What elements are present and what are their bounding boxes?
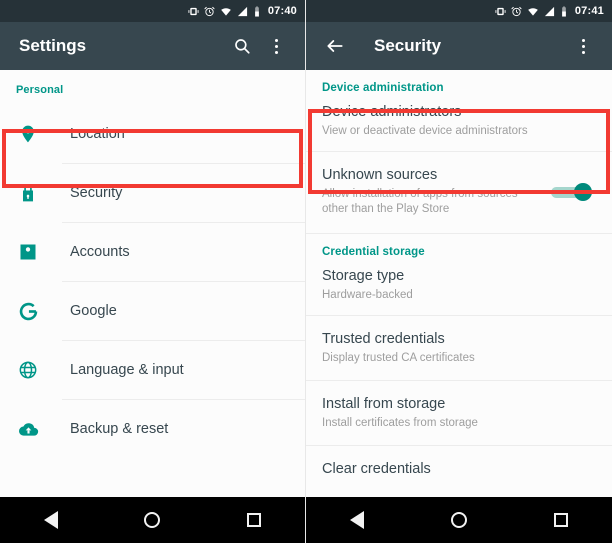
sidebar-item-language-input[interactable]: Language & input <box>0 341 305 399</box>
arrow-back-icon <box>327 40 343 52</box>
security-settings-list: Device administration Device administrat… <box>306 70 612 497</box>
setting-title: Clear credentials <box>322 461 431 477</box>
cloud-upload-icon <box>16 417 40 441</box>
left-status-time: 07:40 <box>267 5 297 17</box>
nav-home-button[interactable] <box>127 497 177 543</box>
vibrate-icon <box>495 7 506 15</box>
settings-list: Personal Location Security Accounts Goog… <box>0 70 305 497</box>
setting-row-unknown-sources[interactable]: Unknown sources Allow installation of ap… <box>306 152 612 233</box>
left-phone-screen: 07:40 Settings Personal Location Securit… <box>0 0 306 543</box>
right-navigation-bar <box>306 497 612 543</box>
toggle-knob <box>574 182 592 201</box>
setting-row-storage-type[interactable]: Storage type Hardware-backed <box>306 258 612 315</box>
recents-square-icon <box>247 513 262 527</box>
setting-title: Unknown sources <box>322 167 438 183</box>
more-vert-icon <box>581 38 585 54</box>
right-phone-screen: 07:41 Security Device administration Dev… <box>306 0 612 543</box>
back-button[interactable] <box>318 26 352 66</box>
setting-title: Storage type <box>322 268 405 284</box>
nav-back-button[interactable] <box>332 497 382 543</box>
setting-subtitle: Allow installation of apps from sources … <box>322 188 518 215</box>
more-vert-icon <box>274 38 278 54</box>
nav-recents-button[interactable] <box>229 497 279 543</box>
sidebar-item-backup-reset[interactable]: Backup & reset <box>0 400 305 458</box>
setting-subtitle: View or deactivate device administrators <box>322 125 528 137</box>
setting-row-install-from-storage[interactable]: Install from storage Install certificate… <box>306 381 612 445</box>
overflow-menu-button[interactable] <box>259 26 293 66</box>
google-g-icon <box>16 299 40 323</box>
left-navigation-bar <box>0 497 305 543</box>
nav-home-button[interactable] <box>434 497 484 543</box>
setting-row-trusted-credentials[interactable]: Trusted credentials Display trusted CA c… <box>306 316 612 380</box>
sidebar-item-accounts[interactable]: Accounts <box>0 223 305 281</box>
battery-icon <box>255 5 259 17</box>
right-action-bar: Security <box>306 22 612 70</box>
page-title: Security <box>374 36 442 55</box>
account-box-icon <box>16 240 40 264</box>
alarm-icon <box>511 6 522 16</box>
alarm-icon <box>204 6 215 16</box>
sidebar-item-label: Backup & reset <box>70 421 169 437</box>
setting-subtitle: Hardware-backed <box>322 289 413 301</box>
left-action-bar: Settings <box>0 22 305 70</box>
section-label-device-administration: Device administration <box>322 82 444 94</box>
setting-title: Install from storage <box>322 396 446 412</box>
back-triangle-icon <box>350 511 364 529</box>
wifi-icon <box>221 7 231 16</box>
sidebar-item-label: Google <box>70 303 117 319</box>
search-icon <box>235 39 250 54</box>
home-circle-icon <box>451 512 467 528</box>
battery-icon <box>562 5 566 17</box>
sidebar-item-label: Accounts <box>70 244 130 260</box>
signal-icon <box>544 6 554 16</box>
sidebar-item-label: Security <box>70 185 123 201</box>
location-pin-icon <box>16 122 40 146</box>
setting-text-wrap: Unknown sources Allow installation of ap… <box>322 166 550 217</box>
globe-icon <box>16 358 40 382</box>
setting-title: Device administrators <box>322 104 462 120</box>
nav-back-button[interactable] <box>26 497 76 543</box>
overflow-menu-button[interactable] <box>566 26 600 66</box>
sidebar-item-label: Language & input <box>70 362 184 378</box>
unknown-sources-toggle[interactable] <box>550 181 596 203</box>
wifi-icon <box>528 7 538 16</box>
setting-title: Trusted credentials <box>322 331 445 347</box>
dual-screenshot: 07:40 Settings Personal Location Securit… <box>0 0 612 543</box>
nav-recents-button[interactable] <box>536 497 586 543</box>
back-triangle-icon <box>43 511 58 529</box>
setting-row-clear-credentials[interactable]: Clear credentials <box>306 446 612 493</box>
sidebar-item-label: Location <box>70 126 125 142</box>
sidebar-item-security[interactable]: Security <box>0 164 305 222</box>
right-status-time: 07:41 <box>574 5 604 17</box>
vibrate-icon <box>188 7 199 15</box>
page-title: Settings <box>19 36 87 55</box>
setting-subtitle: Install certificates from storage <box>322 417 478 429</box>
setting-subtitle: Display trusted CA certificates <box>322 352 475 364</box>
section-label-personal: Personal <box>16 84 64 96</box>
sidebar-item-location[interactable]: Location <box>0 105 305 163</box>
search-button[interactable] <box>225 26 259 66</box>
lock-icon <box>16 181 40 205</box>
signal-icon <box>237 6 247 16</box>
section-label-credential-storage: Credential storage <box>322 246 425 258</box>
home-circle-icon <box>144 512 161 528</box>
sidebar-item-google[interactable]: Google <box>0 282 305 340</box>
setting-row-device-administrators[interactable]: Device administrators View or deactivate… <box>306 94 612 151</box>
recents-square-icon <box>554 513 568 527</box>
right-status-bar: 07:41 <box>306 0 612 22</box>
left-status-bar: 07:40 <box>0 0 305 22</box>
